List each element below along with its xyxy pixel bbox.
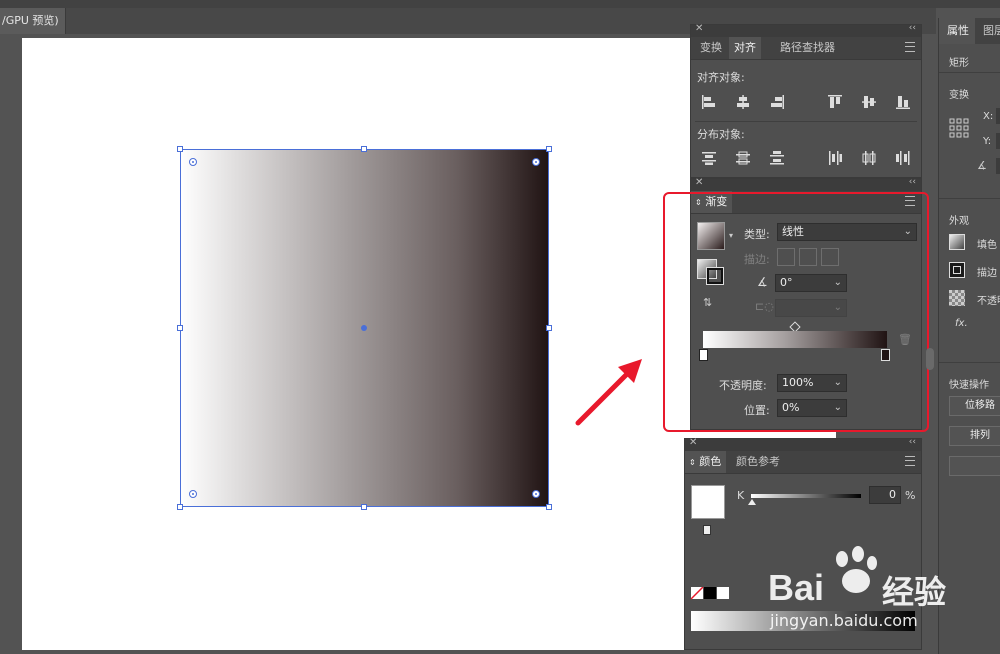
divider xyxy=(939,72,1000,73)
opacity-label: 不透明 xyxy=(977,296,1000,307)
align-left-icon[interactable] xyxy=(701,94,717,110)
object-type-label: 矩形 xyxy=(949,58,969,69)
resize-handle-bottom-left[interactable] xyxy=(177,504,183,510)
collapse-icon[interactable]: ‹‹ xyxy=(909,23,916,33)
baidu-watermark: Bai 经验 jingyan.baidu.com xyxy=(760,545,990,635)
opacity-checker-icon[interactable] xyxy=(949,290,965,306)
align-panel-tabs: 变换 对齐 路径查找器 xyxy=(691,37,921,60)
panel-header: ✕ ‹‹ xyxy=(691,177,921,191)
watermark-brand: Bai xyxy=(768,567,825,608)
y-field[interactable] xyxy=(996,133,1000,149)
tab-pathfinder[interactable]: 路径查找器 xyxy=(775,37,840,59)
panel-menu-icon[interactable] xyxy=(905,42,915,52)
resize-handle-top-right[interactable] xyxy=(546,146,552,152)
annotation-highlight-box xyxy=(663,192,929,432)
arrange-button[interactable]: 排列 xyxy=(949,426,1000,446)
align-panel: ✕ ‹‹ 变换 对齐 路径查找器 对齐对象: 分布对象: xyxy=(690,23,922,178)
stroke-label: 描边 xyxy=(977,268,997,279)
distribute-bottom-icon[interactable] xyxy=(769,150,785,166)
distribute-objects-label: 分布对象: xyxy=(697,128,745,141)
offset-path-button[interactable]: 位移路 xyxy=(949,396,1000,416)
tab-align[interactable]: 对齐 xyxy=(729,37,761,59)
collapse-icon[interactable]: ‹‹ xyxy=(909,177,916,187)
distribute-right-icon[interactable] xyxy=(895,150,911,166)
k-value-field[interactable]: 0 xyxy=(869,486,901,504)
none-black-white-swatches[interactable] xyxy=(691,587,731,601)
panel-scrollbar[interactable] xyxy=(926,348,934,370)
out-of-web-color-icon[interactable] xyxy=(703,525,711,535)
rotate-field[interactable] xyxy=(996,158,1000,174)
percent-unit: % xyxy=(905,489,916,502)
quick-action-button[interactable] xyxy=(949,456,1000,476)
tab-color[interactable]: ⇕ 颜色 xyxy=(685,451,727,473)
divider xyxy=(695,121,917,122)
align-horizontal-center-icon[interactable] xyxy=(735,94,751,110)
paw-logo-icon xyxy=(836,546,877,593)
resize-handle-top-left[interactable] xyxy=(177,146,183,152)
fill-swatch[interactable] xyxy=(949,234,965,250)
k-channel-slider[interactable] xyxy=(751,494,861,498)
x-field[interactable] xyxy=(996,108,1000,124)
resize-handle-right[interactable] xyxy=(546,325,552,331)
tab-properties[interactable]: 属性 xyxy=(939,18,975,44)
transform-label: 变换 xyxy=(949,90,969,101)
fill-label: 填色 xyxy=(977,240,997,251)
corner-radius-widget[interactable] xyxy=(532,490,540,498)
align-right-icon[interactable] xyxy=(769,94,785,110)
slider-thumb[interactable] xyxy=(748,499,756,505)
document-tab[interactable]: /GPU 预览) xyxy=(0,8,66,34)
panel-menu-icon[interactable] xyxy=(905,456,915,466)
color-panel-tabs: ⇕ 颜色 颜色参考 xyxy=(685,451,921,474)
watermark-url: jingyan.baidu.com xyxy=(770,611,918,630)
app-top-bar xyxy=(0,0,1000,8)
close-icon[interactable]: ✕ xyxy=(689,437,697,448)
divider xyxy=(939,362,1000,363)
align-bottom-icon[interactable] xyxy=(895,94,911,110)
tab-color-label: 颜色 xyxy=(699,455,722,468)
tab-layers[interactable]: 图层 xyxy=(983,18,1000,44)
close-icon[interactable]: ✕ xyxy=(695,23,703,34)
appearance-label: 外观 xyxy=(949,216,969,227)
y-label: Y: xyxy=(983,136,992,147)
resize-handle-bottom-right[interactable] xyxy=(546,504,552,510)
tab-align-label: 对齐 xyxy=(734,41,756,54)
x-label: X: xyxy=(983,111,994,122)
distribute-left-icon[interactable] xyxy=(827,150,843,166)
collapse-icon[interactable]: ‹‹ xyxy=(909,437,916,447)
panel-header: ✕ ‹‹ xyxy=(691,23,921,37)
expand-toggle-icon: ⇕ xyxy=(689,458,696,467)
distribute-top-icon[interactable] xyxy=(701,150,717,166)
align-top-icon[interactable] xyxy=(827,94,843,110)
rotate-angle-icon: ∡ xyxy=(977,159,987,172)
corner-radius-widget[interactable] xyxy=(189,158,197,166)
fx-icon[interactable]: fx. xyxy=(955,318,968,329)
tab-transform[interactable]: 变换 xyxy=(695,37,727,59)
center-point xyxy=(361,325,367,331)
stroke-inner-icon xyxy=(953,266,961,274)
close-icon[interactable]: ✕ xyxy=(695,177,703,188)
resize-handle-bottom[interactable] xyxy=(361,504,367,510)
reference-point-icon[interactable] xyxy=(949,118,969,138)
watermark-brand-cn: 经验 xyxy=(882,573,947,611)
corner-radius-widget[interactable] xyxy=(532,158,540,166)
annotation-arrow xyxy=(575,359,642,426)
distribute-horizontal-center-icon[interactable] xyxy=(861,150,877,166)
resize-handle-left[interactable] xyxy=(177,325,183,331)
color-preview-swatch[interactable] xyxy=(691,485,725,519)
resize-handle-top[interactable] xyxy=(361,146,367,152)
divider xyxy=(939,198,1000,199)
tab-color-guide[interactable]: 颜色参考 xyxy=(731,451,785,473)
distribute-vertical-center-icon[interactable] xyxy=(735,150,751,166)
panel-header: ✕ ‹‹ xyxy=(685,437,921,451)
k-channel-label: K xyxy=(737,489,745,502)
align-vertical-center-icon[interactable] xyxy=(861,94,877,110)
quick-actions-label: 快速操作 xyxy=(949,380,989,391)
corner-radius-widget[interactable] xyxy=(189,490,197,498)
align-objects-label: 对齐对象: xyxy=(697,71,745,84)
